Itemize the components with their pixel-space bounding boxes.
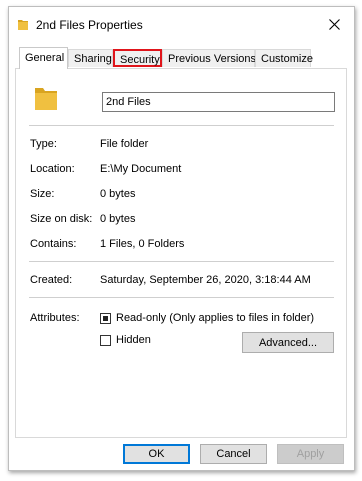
tab-security[interactable]: Security [113, 49, 162, 67]
contains-value: 1 Files, 0 Folders [100, 238, 185, 250]
folder-name-input[interactable] [102, 92, 335, 112]
tab-sharing[interactable]: Sharing [68, 49, 113, 67]
readonly-label[interactable]: Read-only (Only applies to files in fold… [116, 312, 314, 324]
size-on-disk-value: 0 bytes [100, 213, 136, 225]
location-label: Location: [30, 163, 75, 175]
apply-button[interactable]: Apply [277, 444, 344, 464]
size-value: 0 bytes [100, 188, 136, 200]
properties-dialog: 2nd Files Properties General Sharing Sec… [8, 6, 355, 471]
title-bar: 2nd Files Properties [9, 7, 354, 41]
divider [29, 261, 334, 262]
hidden-checkbox[interactable] [100, 335, 111, 346]
size-on-disk-label: Size on disk: [30, 213, 93, 225]
folder-icon [18, 20, 28, 30]
created-value: Saturday, September 26, 2020, 3:18:44 AM [100, 274, 311, 286]
close-icon [328, 18, 340, 30]
general-tab-panel: Type: File folder Location: E:\My Docume… [15, 68, 347, 438]
type-value: File folder [100, 138, 149, 150]
divider [29, 125, 334, 126]
advanced-button[interactable]: Advanced... [242, 332, 334, 353]
folder-icon [35, 88, 57, 110]
ok-button[interactable]: OK [123, 444, 190, 464]
tab-strip: General Sharing Security Previous Versio… [15, 47, 350, 69]
tab-customize[interactable]: Customize [255, 49, 313, 67]
type-label: Type: [30, 138, 57, 150]
attributes-label: Attributes: [30, 312, 80, 324]
tab-previous-versions[interactable]: Previous Versions [162, 49, 256, 67]
location-value: E:\My Document [100, 163, 182, 175]
tab-general[interactable]: General [19, 47, 68, 69]
window-title: 2nd Files Properties [36, 18, 143, 32]
divider [29, 297, 334, 298]
contains-label: Contains: [30, 238, 77, 250]
created-label: Created: [30, 274, 73, 286]
readonly-checkbox[interactable] [100, 313, 111, 324]
cancel-button[interactable]: Cancel [200, 444, 267, 464]
size-label: Size: [30, 188, 55, 200]
close-button[interactable] [314, 7, 354, 41]
hidden-label[interactable]: Hidden [116, 334, 151, 346]
